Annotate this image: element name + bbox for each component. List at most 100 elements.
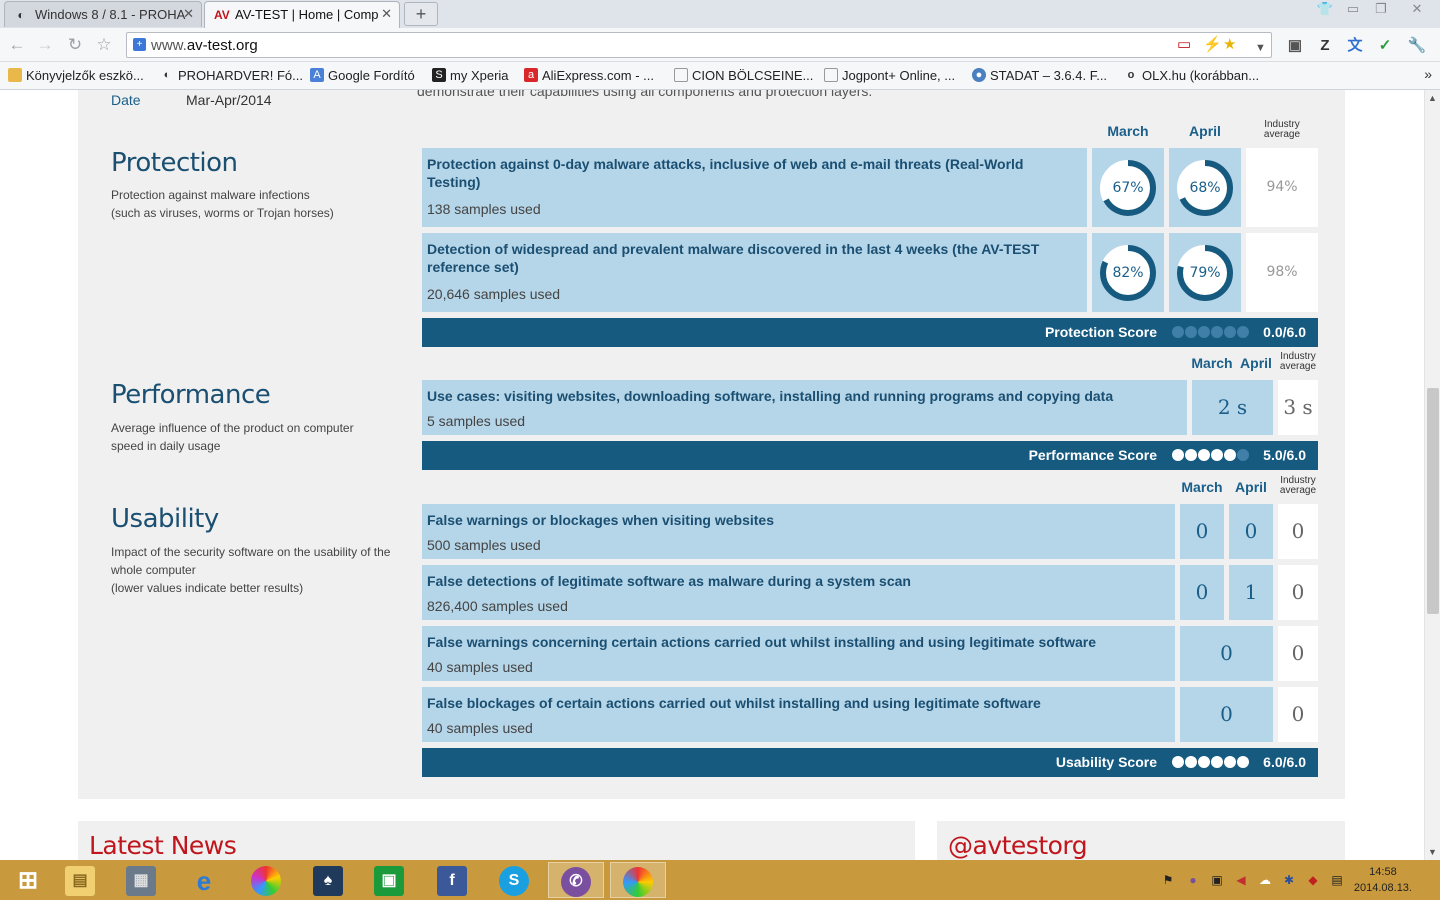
- column-header-april: April: [1240, 355, 1272, 371]
- tab-close-icon[interactable]: ✕: [381, 6, 392, 22]
- cloud-icon[interactable]: ☁: [1257, 872, 1273, 888]
- security-tray-icon[interactable]: ◆: [1305, 872, 1321, 888]
- score-rating-dots: [1172, 326, 1250, 339]
- power-icon[interactable]: ▤: [1329, 872, 1345, 888]
- bluetooth-icon[interactable]: ✱: [1281, 872, 1297, 888]
- web-page: Date Mar-Apr/2014 demonstrate their capa…: [0, 90, 1424, 860]
- column-header-march: March: [1181, 479, 1223, 495]
- address-bar[interactable]: + www.av-test.org ▭ ⚡ ★ ▼: [126, 32, 1272, 58]
- extension-z-icon[interactable]: Z: [1315, 36, 1335, 56]
- bookmark-item[interactable]: A Google Fordító: [310, 68, 415, 83]
- score-rating-dots: [1172, 756, 1250, 769]
- score-label: Protection Score: [1044, 324, 1157, 340]
- bookmark-item[interactable]: ● STADAT – 3.6.4. F...: [972, 68, 1107, 83]
- minimize-button[interactable]: ▭: [1338, 0, 1368, 20]
- facebook-icon[interactable]: f: [424, 862, 480, 898]
- reload-button[interactable]: ↻: [64, 35, 86, 55]
- april-value: 68%: [1189, 179, 1221, 196]
- profile-icon[interactable]: 👕: [1310, 0, 1340, 20]
- rating-dot-filled: [1185, 756, 1197, 768]
- tab-av-test[interactable]: AV AV-TEST | Home | Comp ✕: [204, 1, 400, 28]
- march-april-value: 0: [1180, 626, 1273, 681]
- result-row: Use cases: visiting websites, downloadin…: [422, 380, 1187, 435]
- score-value: 6.0/6.0: [1263, 754, 1306, 770]
- close-window-button[interactable]: ✕: [1402, 0, 1432, 20]
- viber-icon[interactable]: ✆: [548, 862, 604, 898]
- network-monitor-icon[interactable]: ▣: [1209, 872, 1225, 888]
- rating-dot-empty: [1211, 326, 1223, 338]
- row-title: False blockages of certain actions carri…: [427, 695, 1041, 711]
- rating-dot-filled: [1198, 756, 1210, 768]
- score-value: 0.0/6.0: [1263, 324, 1306, 340]
- chrome-icon[interactable]: [610, 862, 666, 898]
- result-row: False warnings concerning certain action…: [422, 626, 1175, 681]
- bookmarks-bar: Könyvjelzők eszkö... ◐ PROHARDVER! Fó... …: [0, 62, 1440, 90]
- march-value: 67%: [1112, 179, 1144, 196]
- mahjong-icon[interactable]: ▦: [113, 862, 169, 898]
- store-icon[interactable]: ▣: [361, 862, 417, 898]
- usability-title: Usability: [111, 504, 219, 534]
- tab-close-icon[interactable]: ✕: [183, 6, 194, 22]
- solitaire-icon[interactable]: ♠: [300, 862, 356, 898]
- bookmark-item[interactable]: Könyvjelzők eszkö...: [8, 68, 144, 83]
- dropdown-arrow-icon[interactable]: ▼: [1255, 39, 1266, 57]
- date-label: Date: [111, 92, 141, 108]
- bookmark-item[interactable]: ◐ PROHARDVER! Fó...: [160, 68, 303, 83]
- twitter-title[interactable]: @avtestorg: [948, 831, 1088, 860]
- new-tab-button[interactable]: +: [404, 2, 438, 26]
- ie-icon[interactable]: e: [176, 862, 232, 898]
- scrollbar-thumb[interactable]: [1427, 388, 1439, 614]
- extension-screenshot-icon[interactable]: ▣: [1285, 36, 1305, 56]
- result-row: Protection against 0-day malware attacks…: [422, 148, 1087, 227]
- start-icon[interactable]: ⊞: [0, 862, 56, 898]
- flag-icon[interactable]: ⚑: [1160, 872, 1176, 888]
- rating-dot-empty: [1237, 449, 1249, 461]
- picasa-icon[interactable]: [238, 862, 294, 898]
- result-row: Detection of widespread and prevalent ma…: [422, 233, 1087, 312]
- settings-wrench-icon[interactable]: 🔧: [1407, 36, 1427, 56]
- april-cell: 79%: [1169, 233, 1241, 312]
- olx-icon: o: [1127, 69, 1135, 81]
- maximize-button[interactable]: ❐: [1366, 0, 1396, 20]
- aliexpress-icon: a: [524, 68, 538, 82]
- industry-value: 3 s: [1278, 380, 1318, 435]
- column-header-industry: Industry average: [1279, 475, 1317, 496]
- tab-prohardver[interactable]: ◐ Windows 8 / 8.1 - PROHA ✕: [4, 1, 202, 27]
- page-icon: [824, 68, 838, 82]
- bookmark-item[interactable]: Smy Xperia: [432, 68, 509, 83]
- explorer-icon[interactable]: ▤: [52, 862, 108, 898]
- rating-dot-filled: [1172, 449, 1184, 461]
- row-samples: 138 samples used: [427, 201, 541, 217]
- latest-news-title[interactable]: Latest News: [89, 831, 237, 860]
- bookmark-item[interactable]: o OLX.hu (korábban...: [1124, 68, 1259, 83]
- bookmarks-overflow-chevron-icon[interactable]: »: [1424, 66, 1432, 82]
- scroll-up-arrow-icon[interactable]: ▲: [1428, 93, 1437, 103]
- extension-shield-icon[interactable]: ✓: [1375, 36, 1395, 56]
- scroll-down-arrow-icon[interactable]: ▼: [1428, 847, 1437, 857]
- tab-label: AV-TEST | Home | Comp: [235, 7, 379, 22]
- stadat-icon: ●: [972, 68, 986, 82]
- clock-date: 2014.08.13.: [1353, 882, 1412, 894]
- volume-icon[interactable]: ◀: [1233, 872, 1249, 888]
- rating-dot-filled: [1224, 756, 1236, 768]
- url-text[interactable]: www.av-test.org: [151, 37, 258, 54]
- page-info-icon[interactable]: +: [133, 38, 146, 51]
- flash-icon[interactable]: ⚡: [1203, 36, 1222, 54]
- xperia-icon: S: [432, 68, 446, 82]
- bookmark-item[interactable]: CION BÖLCSEINE...: [674, 68, 813, 83]
- star-filled-icon[interactable]: ★: [1223, 36, 1236, 54]
- cast-icon[interactable]: ▭: [1177, 36, 1191, 54]
- viber-tray-icon[interactable]: ●: [1185, 872, 1201, 888]
- performance-description: Average influence of the product on comp…: [111, 421, 354, 453]
- system-clock[interactable]: 14:58 2014.08.13.: [1354, 864, 1412, 896]
- performance-title: Performance: [111, 380, 271, 410]
- skype-icon[interactable]: S: [486, 862, 542, 898]
- bookmark-star-button[interactable]: ☆: [93, 35, 115, 55]
- row-title: Use cases: visiting websites, downloadin…: [427, 388, 1114, 404]
- bookmark-item[interactable]: Jogpont+ Online, ...: [824, 68, 955, 83]
- back-button[interactable]: ←: [6, 35, 28, 55]
- extension-translate-icon[interactable]: 文: [1345, 36, 1365, 56]
- page-scrollbar[interactable]: ▲ ▼: [1424, 90, 1440, 860]
- bookmark-item[interactable]: a AliExpress.com - ...: [524, 68, 654, 83]
- forward-button[interactable]: →: [34, 35, 56, 55]
